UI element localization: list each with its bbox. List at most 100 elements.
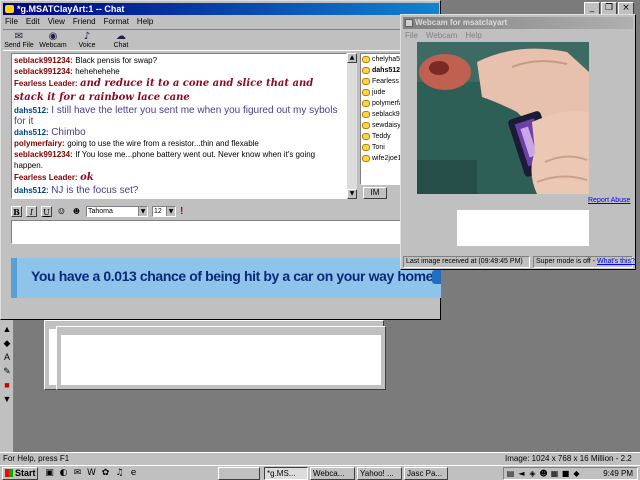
smiley-user-icon bbox=[362, 100, 370, 107]
menu-format[interactable]: Format bbox=[104, 16, 129, 28]
shape-tool-icon[interactable]: ■ bbox=[2, 380, 12, 390]
text-tool-icon[interactable]: A bbox=[2, 352, 12, 362]
chat-message: polymerfairy: going to use the wire from… bbox=[14, 138, 344, 149]
message-sender[interactable]: dahs512: bbox=[14, 128, 49, 137]
chat-scrollbar[interactable]: ▲ ▼ bbox=[347, 53, 357, 199]
menu-view[interactable]: View bbox=[48, 16, 65, 28]
webcam-menu-help[interactable]: Help bbox=[465, 31, 481, 41]
smiley-user-icon bbox=[362, 144, 370, 151]
background-window-2[interactable] bbox=[56, 326, 386, 390]
picture-tube-icon[interactable]: ▼ bbox=[2, 394, 12, 404]
room-member[interactable]: Fearless L bbox=[361, 76, 403, 87]
pen-icon[interactable]: ✎ bbox=[2, 366, 12, 376]
room-member[interactable]: sewdaisy bbox=[361, 120, 403, 131]
antivirus-icon[interactable]: ◈ bbox=[528, 469, 537, 478]
send-file-button[interactable]: ✉ Send File bbox=[3, 30, 35, 51]
webcam-title-bar[interactable]: Webcam for msatclayart bbox=[403, 17, 633, 29]
chat-message: Fearless Leader: ok bbox=[14, 171, 344, 185]
desktop-icon[interactable]: ▣ bbox=[44, 468, 55, 479]
underline-button[interactable]: U bbox=[41, 205, 52, 217]
clock: 9:49 PM bbox=[603, 469, 633, 478]
chat-button[interactable]: ☁ Chat bbox=[105, 30, 137, 51]
taskbar-placeholder[interactable] bbox=[218, 467, 260, 480]
room-member[interactable]: dahs512 bbox=[361, 65, 403, 76]
paint-bucket-icon[interactable]: ▲ bbox=[2, 324, 12, 334]
room-member[interactable]: wife2joe1 bbox=[361, 153, 403, 164]
room-member[interactable]: jude bbox=[361, 87, 403, 98]
monitor-icon[interactable]: ■ bbox=[561, 469, 570, 478]
alert-icon[interactable]: ! bbox=[180, 206, 183, 217]
message-sender[interactable]: dahs512: bbox=[14, 106, 49, 115]
message-sender[interactable]: seblack991234: bbox=[14, 150, 73, 159]
room-member[interactable]: polymerfa bbox=[361, 98, 403, 109]
send-file-icon: ✉ bbox=[14, 31, 24, 42]
media-icon[interactable]: ♫ bbox=[114, 468, 125, 479]
message-sender[interactable]: Fearless Leader: bbox=[14, 173, 78, 182]
internet-explorer-icon[interactable]: e bbox=[128, 468, 139, 479]
font-size-select[interactable]: 12 ▼ bbox=[152, 205, 176, 217]
volume-icon[interactable]: ◄ bbox=[517, 469, 526, 478]
room-member[interactable]: Toni bbox=[361, 142, 403, 153]
smiley-user-icon bbox=[362, 89, 370, 96]
paint-icon[interactable]: ✿ bbox=[100, 468, 111, 479]
browser-icon[interactable]: ◐ bbox=[58, 468, 69, 479]
chat-message: Fearless Leader: and reduce it to a cone… bbox=[14, 77, 344, 105]
color-icon[interactable]: ☻ bbox=[71, 206, 82, 217]
whats-this-link[interactable]: What's this? bbox=[597, 258, 635, 265]
messenger-tray-icon[interactable]: ☻ bbox=[539, 469, 548, 478]
webcam-button[interactable]: ◉ Webcam bbox=[37, 30, 69, 51]
taskbar-task[interactable]: *g.MS... bbox=[264, 467, 308, 480]
scroll-down-icon[interactable]: ▼ bbox=[347, 189, 357, 199]
car-icon bbox=[432, 270, 441, 284]
menu-file[interactable]: File bbox=[5, 16, 18, 28]
menu-help[interactable]: Help bbox=[137, 16, 153, 28]
member-name: jude bbox=[372, 89, 386, 96]
chat-title-bar[interactable]: *g.MSATClayArt:1 -- Chat bbox=[3, 3, 439, 15]
ad-text: You have a 0.013 chance of being hit by … bbox=[31, 268, 437, 284]
security-icon[interactable]: ◆ bbox=[572, 469, 581, 478]
webcam-menu-webcam[interactable]: Webcam bbox=[426, 31, 457, 41]
app-status-bar: For Help, press F1 Image: 1024 x 768 x 1… bbox=[0, 452, 640, 475]
italic-button[interactable]: I bbox=[26, 205, 37, 217]
webcam-menu-file[interactable]: File bbox=[405, 31, 418, 41]
taskbar: Start ▣ ◐ ✉ W ✿ ♫ e *g.MS... Webca... Yaho… bbox=[0, 465, 640, 480]
menu-friend[interactable]: Friend bbox=[73, 16, 96, 28]
super-mode-status: Super mode is off - What's this? bbox=[533, 256, 635, 268]
network-icon[interactable]: ▤ bbox=[506, 469, 515, 478]
taskbar-task[interactable]: Webca... bbox=[310, 467, 355, 480]
start-button[interactable]: Start bbox=[2, 467, 38, 480]
message-sender[interactable]: Fearless Leader: bbox=[14, 79, 78, 88]
ad-banner[interactable]: You have a 0.013 chance of being hit by … bbox=[11, 258, 441, 298]
message-text: hehehehehe bbox=[75, 67, 120, 76]
im-button[interactable]: IM bbox=[363, 187, 387, 199]
member-name: wife2joe1 bbox=[372, 155, 402, 162]
message-sender[interactable]: seblack991234: bbox=[14, 67, 73, 76]
printer-icon[interactable]: ▦ bbox=[550, 469, 559, 478]
smiley-icon[interactable]: ☺ bbox=[56, 206, 67, 217]
room-member[interactable]: seblack99 bbox=[361, 109, 403, 120]
report-abuse-link[interactable]: Report Abuse bbox=[588, 197, 630, 204]
room-member[interactable]: Teddy bbox=[361, 131, 403, 142]
smiley-user-icon bbox=[362, 56, 370, 63]
chevron-down-icon[interactable]: ▼ bbox=[138, 206, 147, 216]
smiley-user-icon bbox=[362, 133, 370, 140]
room-member-list[interactable]: chelyha5 dahs512 Fearless L jude polymerfa se… bbox=[360, 53, 404, 185]
menu-edit[interactable]: Edit bbox=[26, 16, 40, 28]
message-sender[interactable]: dahs512: bbox=[14, 186, 49, 195]
message-sender[interactable]: polymerfairy: bbox=[14, 139, 65, 148]
room-member[interactable]: chelyha5 bbox=[361, 54, 403, 65]
chevron-down-icon[interactable]: ▼ bbox=[166, 206, 175, 216]
message-sender[interactable]: seblack991234: bbox=[14, 56, 73, 65]
bold-button[interactable]: B bbox=[11, 205, 22, 217]
taskbar-task[interactable]: Yahoo! ... bbox=[357, 467, 402, 480]
smiley-user-icon bbox=[362, 78, 370, 85]
taskbar-task[interactable]: Jasc Pa... bbox=[404, 467, 448, 480]
message-input[interactable] bbox=[11, 220, 403, 244]
chat-message-log[interactable]: seblack991234: Black pensis for swap? seb… bbox=[11, 53, 347, 199]
font-select[interactable]: Tahoma ▼ bbox=[86, 205, 148, 217]
voice-button[interactable]: ♪ Voice bbox=[71, 30, 103, 51]
word-icon[interactable]: W bbox=[86, 468, 97, 479]
scroll-up-icon[interactable]: ▲ bbox=[347, 53, 357, 63]
outlook-icon[interactable]: ✉ bbox=[72, 468, 83, 479]
eraser-icon[interactable]: ◆ bbox=[2, 338, 12, 348]
